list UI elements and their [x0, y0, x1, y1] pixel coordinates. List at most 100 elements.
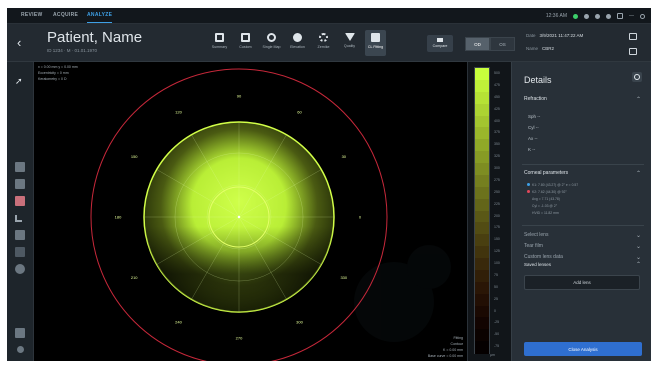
expand-chevron-icon[interactable]: ⌄ [636, 254, 641, 261]
scale-tick-label: 0 [494, 308, 496, 313]
zernike-icon [319, 33, 328, 42]
grid-tool-icon[interactable] [15, 230, 25, 240]
refraction-cyl: Cyl -- [528, 125, 539, 130]
axis-tick-label: 300 [296, 319, 303, 324]
scale-tick-label: 175 [494, 225, 500, 230]
tool-quality[interactable]: Quality [339, 30, 360, 56]
scale-swatch [475, 222, 489, 235]
patient-info: ID 1234 · M · 01.01.1970 [47, 48, 98, 53]
eye-od-toggle[interactable]: OD [465, 37, 490, 51]
print-icon[interactable] [629, 48, 637, 55]
collapse-chevron-icon[interactable]: ⌃ [636, 261, 641, 268]
tab-analyze[interactable]: ANALYZE [87, 12, 113, 23]
minimize-icon[interactable]: — [629, 13, 634, 19]
screen-icon[interactable] [617, 13, 623, 19]
map-viewport[interactable]: 0 30 60 90 120 150 180 210 240 270 300 330 x = 0.00… [34, 62, 467, 361]
divider [522, 164, 644, 165]
axis-tick-label: 120 [175, 110, 182, 115]
scale-tick-label: 425 [494, 106, 500, 111]
tool-elevation[interactable]: Elevation [287, 30, 308, 56]
pointer-tool-icon[interactable]: ➚ [15, 76, 23, 87]
tool-single-map[interactable]: Single Map [261, 30, 282, 56]
scale-tick-label: 300 [494, 166, 500, 170]
scale-swatch [475, 234, 489, 247]
section-select-lens[interactable]: Select lens [524, 232, 548, 238]
scale-tick-label: 475 [494, 82, 500, 87]
collapse-chevron-icon[interactable]: ⌃ [636, 96, 641, 103]
axis-tick-label: 240 [175, 319, 182, 324]
corneal-map[interactable]: 0306090120150180210240270300330 [34, 62, 467, 361]
scale-tick-label: 225 [494, 201, 500, 206]
scale-tick-label: 100 [494, 261, 500, 265]
section-saved-lenses[interactable]: Saved lenses [524, 262, 551, 267]
expand-chevron-icon[interactable]: ⌄ [636, 243, 641, 250]
elevation-icon [293, 33, 302, 42]
scale-swatch [475, 305, 489, 318]
axis-tick-label: 60 [297, 110, 302, 115]
tool-custom[interactable]: Custom [235, 30, 256, 56]
tool-cl-fitting[interactable]: CL Fitting [365, 30, 386, 56]
angle-tool-icon[interactable] [15, 215, 22, 222]
collapse-chevron-icon[interactable]: ⌃ [636, 170, 641, 177]
exam-name[interactable]: Name CBR2 [526, 46, 554, 51]
details-panel: Details Refraction ⌃ Sph -- Cyl -- Ax --… [511, 62, 651, 361]
axis-tick-label: 150 [131, 154, 138, 159]
eye-selector: OD OS [465, 37, 515, 51]
keratometry-readout: Keratometry = 0 D [38, 77, 67, 81]
color-scale-bar[interactable] [474, 67, 490, 354]
tab-acquire[interactable]: ACQUIRE [53, 12, 78, 18]
scale-swatch [475, 269, 489, 283]
compare-button[interactable]: Compare [427, 35, 453, 52]
marker-tool-icon[interactable] [15, 196, 25, 206]
layer-tool-2-icon[interactable] [15, 179, 25, 189]
scale-swatch [475, 341, 489, 354]
tool-summary[interactable]: Summary [209, 30, 230, 56]
snapshot-tool-icon[interactable] [15, 328, 25, 338]
axis-tick-label: 90 [237, 94, 242, 99]
close-analysis-button[interactable]: Close Analysis [524, 342, 642, 356]
tab-review[interactable]: REVIEW [21, 12, 43, 18]
scale-swatch [475, 139, 489, 152]
clock: 12:36 AM [545, 13, 567, 19]
overlay-tool-icon[interactable] [15, 247, 25, 257]
back-chevron-icon[interactable]: ‹ [17, 35, 21, 50]
top-navigation-bar: REVIEW ACQUIRE ANALYZE 12:36 AM — [7, 8, 651, 24]
power-icon[interactable] [640, 13, 645, 19]
scale-tick-label: 450 [494, 94, 500, 99]
k2-marker-icon [527, 190, 530, 193]
corneal-param-k1: K1: 7.80 (43.27) @ 2° e = 0.57 [527, 183, 578, 187]
add-lens-button[interactable]: Add lens [524, 275, 640, 290]
exam-date[interactable]: Date 3/9/2021 11:47:22 AM [526, 33, 583, 38]
expand-chevron-icon[interactable]: ⌄ [636, 232, 641, 239]
wifi-icon [584, 13, 589, 19]
divider [522, 225, 644, 226]
scale-tick-label: 50 [494, 284, 498, 289]
scale-swatch [475, 127, 489, 140]
settings-icon[interactable] [606, 13, 611, 19]
layer-tool-icon[interactable] [15, 162, 25, 172]
scale-swatch [475, 317, 489, 330]
section-refraction[interactable]: Refraction [524, 96, 547, 102]
cursor-readout: x = 0.00 mm y = 0.00 mm [38, 65, 78, 69]
scale-swatch [475, 115, 489, 128]
scale-tick-label: -75 [494, 344, 500, 349]
corneal-param-k2: K2: 7.62 (44.30) @ 92° [527, 190, 567, 194]
section-tear-film[interactable]: Tear film [524, 243, 543, 249]
system-status-area: 12:36 AM — [546, 11, 645, 21]
connection-status-icon [573, 13, 578, 19]
export-icon[interactable] [629, 33, 637, 40]
scale-tick-label: 200 [494, 213, 500, 218]
scale-tick-label: -25 [494, 320, 500, 325]
details-settings-icon[interactable] [632, 72, 642, 82]
scale-swatch [475, 281, 489, 295]
footer-line-4: Base curve = 0.00 mm [427, 354, 463, 358]
compare-icon [437, 38, 443, 42]
eye-os-toggle[interactable]: OS [490, 37, 515, 51]
section-corneal-parameters[interactable]: Corneal parameters [524, 170, 568, 176]
section-custom-lens-data[interactable]: Custom lens data [524, 254, 563, 260]
tool-zernike[interactable]: Zernike [313, 30, 334, 56]
scale-swatch [475, 79, 489, 93]
grid-icon [215, 33, 224, 42]
reset-tool-icon[interactable] [15, 264, 25, 274]
settings-gear-icon[interactable] [17, 346, 24, 353]
